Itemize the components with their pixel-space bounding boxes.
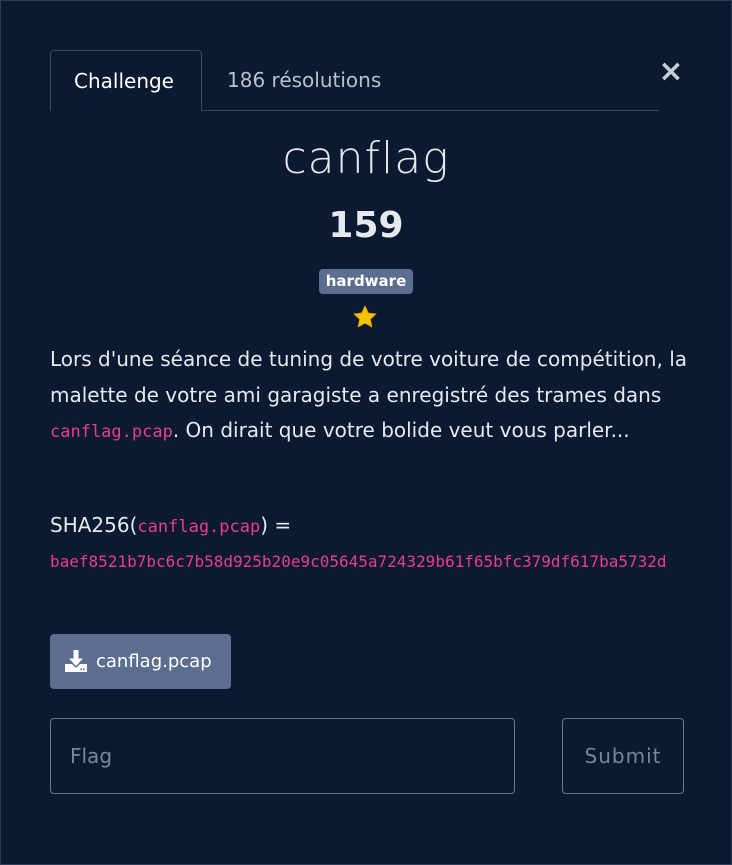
tab-challenge[interactable]: Challenge (50, 50, 202, 111)
sha-suffix: ) = (260, 513, 292, 537)
download-file-button[interactable]: canflag.pcap (50, 634, 231, 689)
sha-file-code: canflag.pcap (137, 517, 261, 537)
sha-prefix: SHA256( (50, 513, 138, 537)
star-icon (353, 305, 377, 328)
download-file-label: canflag.pcap (96, 651, 212, 672)
sha-hash: baef8521b7bc6c7b58d925b20e9c05645a724329… (50, 552, 667, 571)
sha-line: SHA256(canflag.pcap) = (50, 508, 690, 546)
description-text-1: Lors d'une séance de tuning de votre voi… (50, 347, 688, 407)
tab-bar: Challenge 186 résolutions (50, 50, 659, 111)
challenge-title: canflag (282, 133, 450, 184)
tab-solves[interactable]: 186 résolutions (204, 50, 404, 110)
submit-button[interactable]: Submit (562, 718, 684, 794)
download-icon (65, 650, 87, 672)
category-badge-wrapper: hardware (1, 269, 731, 294)
flag-input[interactable] (50, 718, 515, 794)
close-icon[interactable]: × (658, 57, 684, 87)
challenge-description: Lors d'une séance de tuning de votre voi… (50, 342, 690, 451)
description-file-code: canflag.pcap (50, 422, 173, 442)
category-badge: hardware (318, 269, 414, 294)
challenge-modal: Challenge 186 résolutions × canflag 159 … (0, 0, 732, 865)
challenge-points: 159 (328, 205, 404, 246)
description-text-2: . On dirait que votre bolide veut vous p… (172, 418, 630, 442)
